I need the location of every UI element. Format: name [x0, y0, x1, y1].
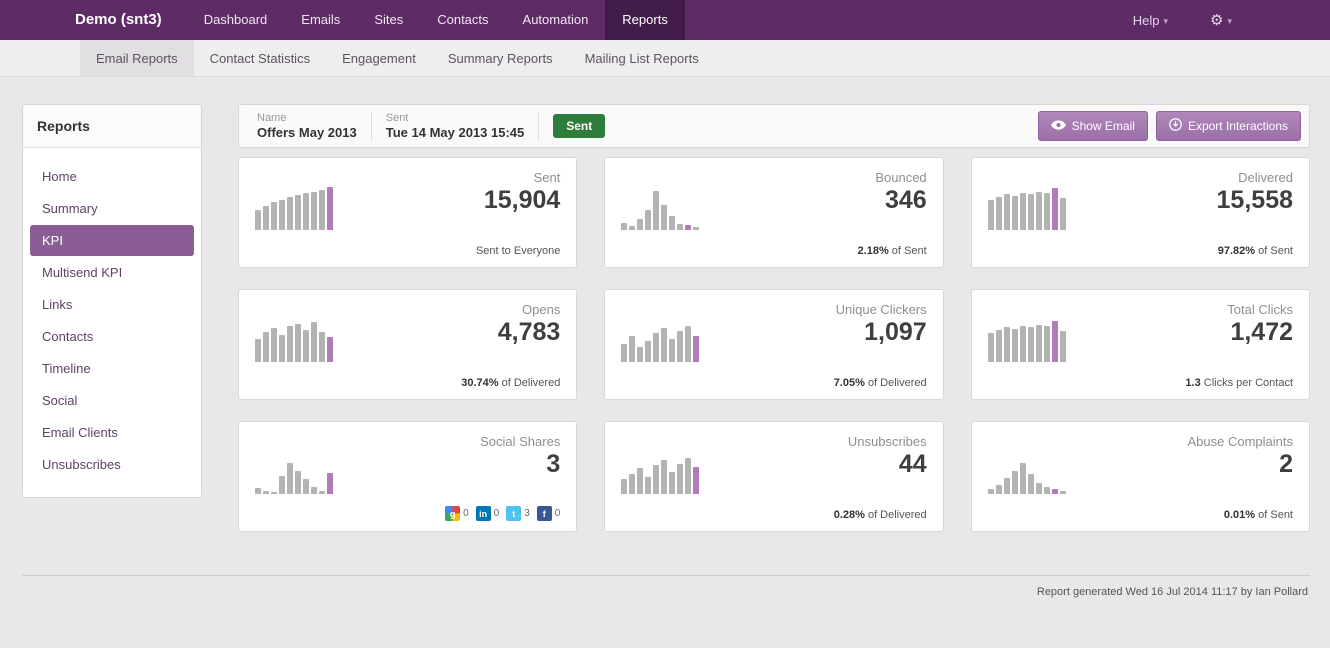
facebook-count: 0	[555, 508, 561, 519]
opens-minichart	[255, 310, 355, 362]
twitter-count: 3	[524, 508, 530, 519]
kpi-card-sent: Sent 15,904 Sent to Everyone	[238, 157, 577, 268]
settings-menu[interactable]: ⚙▾	[1210, 11, 1232, 29]
campaign-info-bar: Name Offers May 2013 Sent Tue 14 May 201…	[238, 104, 1310, 148]
sidebar-item-unsubscribes[interactable]: Unsubscribes	[30, 449, 194, 480]
card-title: Delivered	[1238, 170, 1293, 185]
facebook-icon: f	[537, 506, 552, 521]
total-clicks-minichart	[988, 310, 1088, 362]
card-value: 15,904	[484, 185, 560, 215]
kpi-card-delivered: Delivered 15,558 97.82% of Sent	[971, 157, 1310, 268]
nav-item-sites[interactable]: Sites	[357, 0, 420, 40]
brand-title: Demo (snt3)	[0, 0, 162, 40]
card-stat: 0.28% of Delivered	[834, 509, 927, 521]
linkedin-count: 0	[494, 508, 500, 519]
tab-mailing-list-reports[interactable]: Mailing List Reports	[569, 40, 715, 76]
kpi-card-social-shares: Social Shares 3 g0 in0 t3 f0	[238, 421, 577, 532]
nav-item-contacts[interactable]: Contacts	[420, 0, 505, 40]
social-share-counts: g0 in0 t3 f0	[438, 506, 560, 521]
linkedin-icon: in	[476, 506, 491, 521]
kpi-card-opens: Opens 4,783 30.74% of Delivered	[238, 289, 577, 400]
card-value: 346	[885, 185, 927, 215]
kpi-card-unique-clickers: Unique Clickers 1,097 7.05% of Delivered	[604, 289, 943, 400]
unique-clickers-minichart	[621, 310, 721, 362]
sent-label: Sent	[386, 112, 525, 125]
help-menu[interactable]: Help▾	[1133, 13, 1168, 28]
campaign-name-value: Offers May 2013	[257, 125, 357, 141]
card-value: 44	[899, 449, 927, 479]
card-stat: 0.01% of Sent	[1224, 509, 1293, 521]
tab-engagement[interactable]: Engagement	[326, 40, 432, 76]
tab-email-reports[interactable]: Email Reports	[80, 40, 194, 76]
kpi-card-abuse-complaints: Abuse Complaints 2 0.01% of Sent	[971, 421, 1310, 532]
sidebar-item-timeline[interactable]: Timeline	[30, 353, 194, 384]
gear-icon: ⚙	[1210, 12, 1223, 29]
sidebar-item-home[interactable]: Home	[30, 161, 194, 192]
card-value: 1,097	[864, 317, 927, 347]
sidebar-item-multisend-kpi[interactable]: Multisend KPI	[30, 257, 194, 288]
googleplus-count: 0	[463, 508, 469, 519]
card-title: Abuse Complaints	[1188, 434, 1294, 449]
card-stat: 97.82% of Sent	[1218, 245, 1293, 257]
nav-item-reports[interactable]: Reports	[605, 0, 685, 40]
kpi-card-total-clicks: Total Clicks 1,472 1.3 Clicks per Contac…	[971, 289, 1310, 400]
kpi-card-bounced: Bounced 346 2.18% of Sent	[604, 157, 943, 268]
sent-date-value: Tue 14 May 2013 15:45	[386, 125, 525, 141]
name-label: Name	[257, 112, 357, 125]
bounced-minichart	[621, 178, 721, 230]
sidebar-item-links[interactable]: Links	[30, 289, 194, 320]
card-stat: 30.74% of Delivered	[461, 377, 560, 389]
export-download-icon	[1169, 118, 1182, 134]
delivered-minichart	[988, 178, 1088, 230]
social-shares-minichart	[255, 442, 355, 494]
caret-down-icon: ▾	[1163, 16, 1168, 26]
sidebar-item-kpi[interactable]: KPI	[30, 225, 194, 256]
card-stat: Sent to Everyone	[476, 245, 560, 257]
card-value: 2	[1279, 449, 1293, 479]
sidebar-title: Reports	[23, 105, 201, 148]
card-value: 1,472	[1230, 317, 1293, 347]
abuse-complaints-minichart	[988, 442, 1088, 494]
card-title: Unsubscribes	[848, 434, 927, 449]
reports-subnav: Email Reports Contact Statistics Engagem…	[0, 40, 1330, 77]
card-stat: 2.18% of Sent	[858, 245, 927, 257]
kpi-cards-grid: Sent 15,904 Sent to Everyone Bounced 346…	[238, 157, 1310, 532]
card-value: 15,558	[1217, 185, 1293, 215]
twitter-icon: t	[506, 506, 521, 521]
card-stat: 1.3 Clicks per Contact	[1185, 377, 1293, 389]
tab-summary-reports[interactable]: Summary Reports	[432, 40, 569, 76]
tab-contact-statistics[interactable]: Contact Statistics	[194, 40, 326, 76]
unsubscribes-minichart	[621, 442, 721, 494]
card-value: 4,783	[498, 317, 561, 347]
sidebar-item-email-clients[interactable]: Email Clients	[30, 417, 194, 448]
top-navbar: Demo (snt3) Dashboard Emails Sites Conta…	[0, 0, 1330, 40]
campaign-sent-block: Sent Tue 14 May 2013 15:45	[372, 112, 540, 141]
sidebar-item-summary[interactable]: Summary	[30, 193, 194, 224]
reports-sidebar: Reports Home Summary KPI Multisend KPI L…	[22, 104, 202, 498]
campaign-name-block: Name Offers May 2013	[243, 112, 372, 141]
status-badge: Sent	[553, 114, 605, 138]
card-title: Social Shares	[480, 434, 560, 449]
sent-minichart	[255, 178, 355, 230]
sidebar-item-social[interactable]: Social	[30, 385, 194, 416]
caret-down-icon: ▾	[1227, 16, 1232, 26]
card-title: Opens	[522, 302, 560, 317]
nav-item-automation[interactable]: Automation	[506, 0, 606, 40]
eye-icon	[1051, 119, 1066, 133]
card-title: Bounced	[875, 170, 926, 185]
card-title: Total Clicks	[1227, 302, 1293, 317]
card-title: Sent	[534, 170, 561, 185]
main-nav: Dashboard Emails Sites Contacts Automati…	[187, 0, 685, 40]
nav-item-emails[interactable]: Emails	[284, 0, 357, 40]
card-stat: 7.05% of Delivered	[834, 377, 927, 389]
nav-item-dashboard[interactable]: Dashboard	[187, 0, 285, 40]
export-interactions-button[interactable]: Export Interactions	[1156, 111, 1301, 141]
report-generated-footer: Report generated Wed 16 Jul 2014 11:17 b…	[22, 575, 1310, 598]
card-value: 3	[546, 449, 560, 479]
sidebar-item-contacts[interactable]: Contacts	[30, 321, 194, 352]
googleplus-icon: g	[445, 506, 460, 521]
card-title: Unique Clickers	[836, 302, 927, 317]
kpi-card-unsubscribes: Unsubscribes 44 0.28% of Delivered	[604, 421, 943, 532]
show-email-button[interactable]: Show Email	[1038, 111, 1148, 141]
